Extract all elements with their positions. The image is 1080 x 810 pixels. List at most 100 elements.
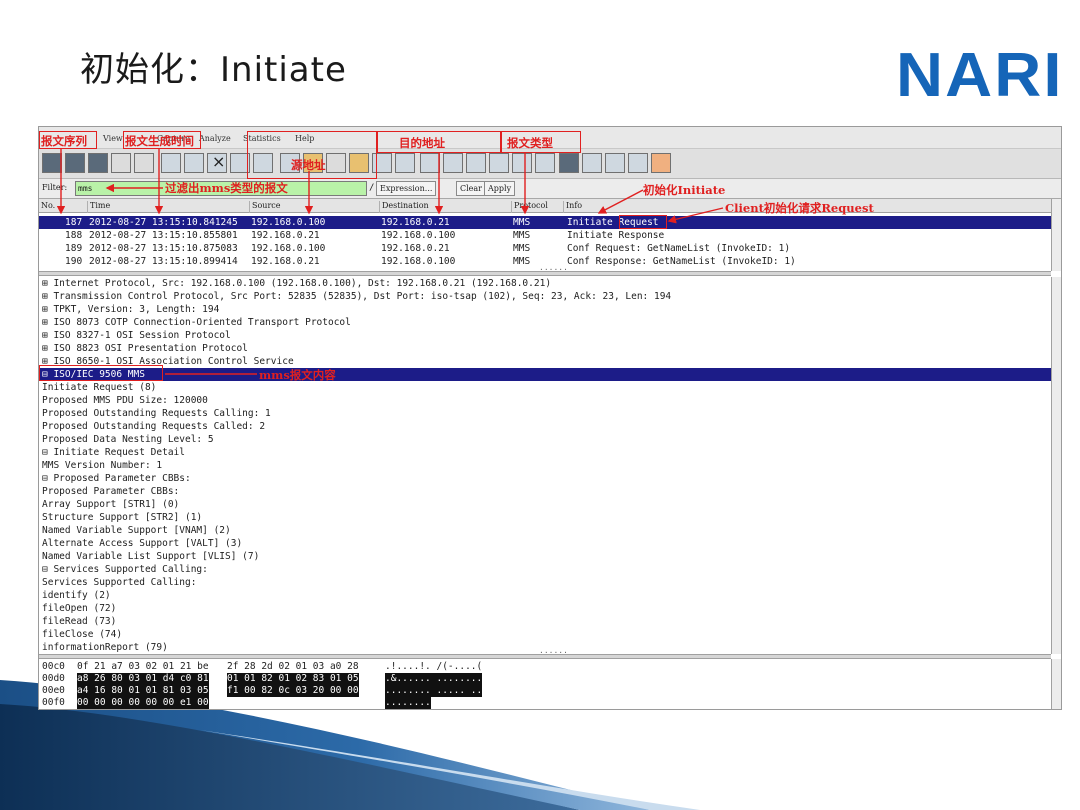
save-file-icon[interactable] xyxy=(184,153,204,173)
detail-line[interactable]: ⊞ ISO 8073 COTP Connection-Oriented Tran… xyxy=(42,316,351,329)
detail-line-mms-selected[interactable]: ⊟ ISO/IEC 9506 MMS xyxy=(39,368,1051,381)
packet-row-188[interactable]: 188 2012-08-27 13:15:10.855801 192.168.0… xyxy=(39,229,1051,242)
pane-divider[interactable] xyxy=(39,646,1051,659)
filter-dropdown-icon[interactable]: / xyxy=(369,183,374,193)
hex-bytes[interactable]: 2f 28 2d 02 01 03 a0 28 xyxy=(227,661,359,673)
expression-button[interactable]: Expression... xyxy=(376,181,437,196)
detail-line[interactable]: Structure Support [STR2] (1) xyxy=(42,511,202,524)
filter-label: Filter: xyxy=(42,183,68,192)
detail-line[interactable]: Proposed Data Nesting Level: 5 xyxy=(42,433,214,446)
detail-line[interactable]: ⊟ Proposed Parameter CBBs: xyxy=(42,472,191,485)
open-file-icon[interactable] xyxy=(161,153,181,173)
capture-options-icon[interactable] xyxy=(65,153,85,173)
packet-row-187[interactable]: 187 2012-08-27 13:15:10.841245 192.168.0… xyxy=(39,216,1051,229)
details-scrollbar[interactable] xyxy=(1051,277,1061,654)
colorize-icon[interactable] xyxy=(420,153,440,173)
detail-line[interactable]: Proposed Outstanding Requests Called: 2 xyxy=(42,420,265,433)
capture-filters-icon[interactable] xyxy=(559,153,579,173)
col-protocol[interactable]: Protocol xyxy=(511,201,548,213)
coloring-rules-icon[interactable] xyxy=(605,153,625,173)
detail-line[interactable]: ⊞ ISO 8327-1 OSI Session Protocol xyxy=(42,329,231,342)
preferences-icon[interactable] xyxy=(628,153,648,173)
col-info[interactable]: Info xyxy=(563,201,582,213)
close-file-icon[interactable] xyxy=(207,152,227,173)
annotation-src: 源地址 xyxy=(291,158,326,172)
packet-list-scrollbar[interactable] xyxy=(1051,199,1061,271)
detail-line[interactable]: Named Variable Support [VNAM] (2) xyxy=(42,524,231,537)
restart-capture-icon[interactable] xyxy=(134,153,154,173)
detail-line[interactable]: Named Variable List Support [VLIS] (7) xyxy=(42,550,259,563)
cell-time: 2012-08-27 13:15:10.855801 xyxy=(89,230,238,241)
hex-offset: 00d0 xyxy=(42,673,65,684)
hex-ascii[interactable]: ........ ..... .. xyxy=(385,685,483,697)
detail-line[interactable]: Proposed Outstanding Requests Calling: 1 xyxy=(42,407,271,420)
col-source[interactable]: Source xyxy=(249,201,281,213)
clear-button[interactable]: Clear xyxy=(456,181,487,196)
detail-line[interactable]: ⊟ Initiate Request Detail xyxy=(42,446,185,459)
detail-line[interactable]: Services Supported Calling: xyxy=(42,576,196,589)
menu-analyze[interactable]: Analyze xyxy=(199,134,231,143)
detail-line[interactable]: ⊞ TPKT, Version: 3, Length: 194 xyxy=(42,303,219,316)
help-icon[interactable] xyxy=(651,153,671,173)
resize-columns-icon[interactable] xyxy=(535,153,555,173)
cell-dst: 192.168.0.21 xyxy=(381,243,450,254)
annotation-box-mms xyxy=(39,365,163,381)
menu-view[interactable]: View xyxy=(103,134,123,143)
go-last-icon[interactable] xyxy=(395,153,415,173)
main-toolbar xyxy=(39,149,1061,179)
hex-bytes[interactable]: a8 26 80 03 01 d4 c0 81 xyxy=(77,673,209,685)
hex-ascii[interactable]: .!....!. /(-....( xyxy=(385,661,482,673)
col-destination[interactable]: Destination xyxy=(379,201,429,213)
hex-ascii[interactable]: ........ xyxy=(385,697,431,709)
annotation-initiate: 初始化Initiate xyxy=(643,183,726,197)
slide-title: 初始化：Initiate xyxy=(80,50,347,90)
detail-line[interactable]: identify (2) xyxy=(42,589,111,602)
stop-capture-icon[interactable] xyxy=(111,153,131,173)
detail-line[interactable]: ⊟ Services Supported Calling: xyxy=(42,563,208,576)
cell-src: 192.168.0.21 xyxy=(251,230,320,241)
start-capture-icon[interactable] xyxy=(88,153,108,173)
detail-line[interactable]: MMS Version Number: 1 xyxy=(42,459,162,472)
detail-line[interactable]: fileRead (73) xyxy=(42,615,116,628)
cell-dst: 192.168.0.100 xyxy=(381,256,456,267)
hex-bytes[interactable]: 01 01 82 01 02 83 01 05 xyxy=(227,673,359,685)
hex-bytes[interactable]: f1 00 82 0c 03 20 00 00 xyxy=(227,685,359,697)
cell-proto: MMS xyxy=(513,230,531,241)
annotation-client-request: Client初始化请求Request xyxy=(725,201,874,215)
apply-button[interactable]: Apply xyxy=(484,181,516,196)
col-time[interactable]: Time xyxy=(87,201,110,213)
detail-line[interactable]: Alternate Access Support [VALT] (3) xyxy=(42,537,242,550)
interfaces-icon[interactable] xyxy=(42,153,62,173)
detail-line[interactable]: ⊞ Transmission Control Protocol, Src Por… xyxy=(42,290,671,303)
detail-line[interactable]: ⊞ Internet Protocol, Src: 192.168.0.100 … xyxy=(42,277,551,290)
zoom-out-icon[interactable] xyxy=(489,153,509,173)
detail-line[interactable]: Array Support [STR1] (0) xyxy=(42,498,179,511)
detail-line[interactable]: Initiate Request (8) xyxy=(42,381,156,394)
col-no[interactable]: No. . xyxy=(39,201,60,213)
cell-time: 2012-08-27 13:15:10.875083 xyxy=(89,243,238,254)
cell-proto: MMS xyxy=(513,217,531,228)
detail-line[interactable]: Proposed MMS PDU Size: 120000 xyxy=(42,394,208,407)
hex-bytes[interactable]: 0f 21 a7 03 02 01 21 be xyxy=(77,661,209,673)
hex-bytes[interactable]: 00 00 00 00 00 00 e1 00 xyxy=(77,697,209,709)
hex-offset: 00e0 xyxy=(42,685,65,696)
cell-info: Conf Response: GetNameList (InvokeID: 1) xyxy=(567,256,796,267)
cell-proto: MMS xyxy=(513,243,531,254)
hex-ascii[interactable]: .&...... ........ xyxy=(385,673,483,685)
detail-line[interactable]: fileClose (74) xyxy=(42,628,122,641)
detail-line[interactable]: fileOpen (72) xyxy=(42,602,116,615)
detail-line[interactable]: ⊞ ISO 8823 OSI Presentation Protocol xyxy=(42,342,248,355)
zoom-in-icon[interactable] xyxy=(466,153,486,173)
hex-bytes[interactable]: a4 16 80 01 01 81 03 05 xyxy=(77,685,209,697)
pane-divider[interactable] xyxy=(39,263,1051,276)
cell-time: 2012-08-27 13:15:10.899414 xyxy=(89,256,238,267)
normal-size-icon[interactable] xyxy=(512,153,532,173)
detail-line[interactable]: Proposed Parameter CBBs: xyxy=(42,485,179,498)
detail-line[interactable]: informationReport (79) xyxy=(42,641,168,654)
display-filters-icon[interactable] xyxy=(582,153,602,173)
cell-info: Conf Request: GetNameList (InvokeID: 1) xyxy=(567,243,791,254)
annotation-box-request xyxy=(619,215,667,229)
hex-scrollbar[interactable] xyxy=(1051,659,1061,709)
auto-scroll-icon[interactable] xyxy=(443,153,463,173)
packet-row-189[interactable]: 189 2012-08-27 13:15:10.875083 192.168.0… xyxy=(39,242,1051,255)
